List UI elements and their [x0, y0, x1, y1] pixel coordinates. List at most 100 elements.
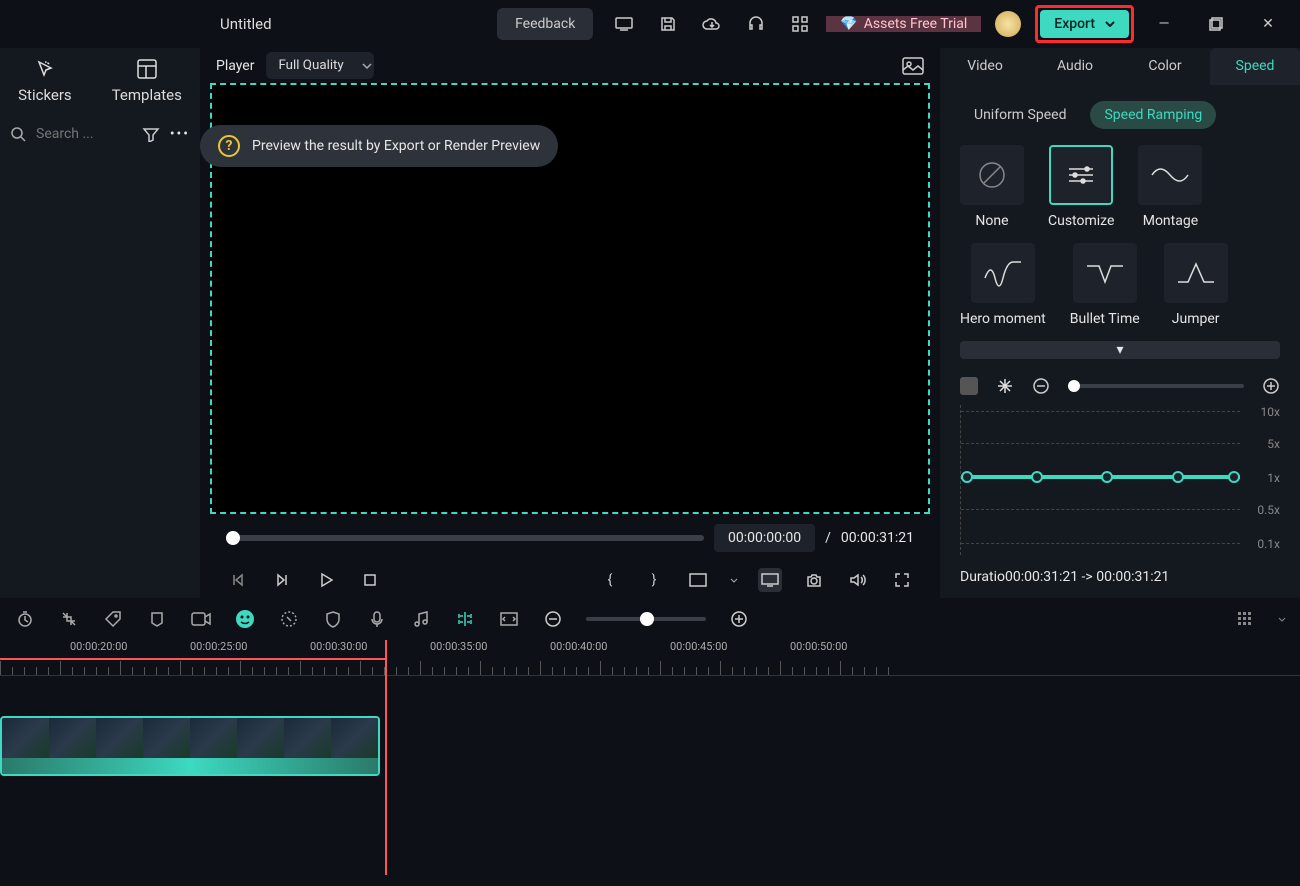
speed-graph[interactable]: 10x 5x 1x 0.5x 0.1x — [960, 405, 1280, 555]
mark-out-button[interactable]: } — [642, 568, 666, 592]
timeline-ruler[interactable]: 00:00:20:00 00:00:25:00 00:00:30:00 00:0… — [0, 640, 1300, 676]
lock-icon[interactable] — [960, 377, 978, 395]
mic-icon[interactable] — [366, 608, 388, 630]
effects-icon[interactable] — [278, 608, 300, 630]
preset-jumper[interactable]: Jumper — [1164, 243, 1228, 327]
assets-trial-label: Assets Free Trial — [864, 16, 968, 32]
record-icon[interactable] — [190, 608, 212, 630]
tab-speed[interactable]: Speed — [1210, 48, 1300, 85]
search-input[interactable] — [36, 126, 116, 142]
minimize-button[interactable]: — — [1142, 8, 1186, 40]
filter-icon[interactable] — [142, 126, 160, 142]
help-icon: ? — [218, 135, 240, 157]
preset-customize[interactable]: Customize — [1048, 145, 1114, 229]
fit-icon[interactable] — [498, 608, 520, 630]
music-icon[interactable] — [410, 608, 432, 630]
close-button[interactable]: ✕ — [1246, 8, 1290, 40]
fullscreen-button[interactable] — [890, 568, 914, 592]
prev-frame-button[interactable] — [226, 568, 250, 592]
preset-montage[interactable]: Montage — [1138, 145, 1202, 229]
preset-bullet[interactable]: Bullet Time — [1070, 243, 1140, 327]
export-label: Export — [1054, 16, 1095, 32]
snapshot-icon[interactable] — [902, 57, 924, 75]
freeze-icon[interactable] — [996, 377, 1014, 395]
tab-color[interactable]: Color — [1120, 48, 1210, 85]
player-panel: Player Full Quality ? Preview the result… — [200, 48, 940, 598]
display-button[interactable] — [758, 568, 782, 592]
left-sidebar: Stickers Templates ••• — [0, 48, 200, 598]
volume-button[interactable] — [846, 568, 870, 592]
tab-audio[interactable]: Audio — [1030, 48, 1120, 85]
export-highlight: Export — [1035, 5, 1134, 43]
zoom-slider[interactable] — [586, 617, 706, 621]
assets-trial-button[interactable]: 💎 Assets Free Trial — [826, 16, 981, 32]
maximize-button[interactable] — [1194, 8, 1238, 40]
crop-icon[interactable] — [58, 608, 80, 630]
device-icon[interactable] — [606, 8, 642, 40]
cursor-icon — [33, 58, 57, 80]
more-icon[interactable]: ••• — [170, 126, 190, 142]
next-frame-button[interactable] — [270, 568, 294, 592]
profile-icon[interactable] — [995, 11, 1021, 37]
audio-waveform — [2, 758, 378, 776]
subtab-ramping[interactable]: Speed Ramping — [1090, 101, 1216, 129]
bullet-icon — [1085, 258, 1125, 288]
templates-tab[interactable]: Templates — [112, 58, 182, 104]
timeline-panel: 00:00:20:00 00:00:25:00 00:00:30:00 00:0… — [0, 598, 1300, 878]
grid-icon[interactable] — [1234, 608, 1256, 630]
stickers-label: Stickers — [18, 86, 72, 104]
preset-none[interactable]: None — [960, 145, 1024, 229]
apps-icon[interactable] — [782, 8, 818, 40]
zoom-out-icon[interactable] — [542, 608, 564, 630]
video-clip[interactable]: d Ramping — [0, 716, 380, 776]
preview-hint: ? Preview the result by Export or Render… — [200, 125, 558, 167]
clip-label: d Ramping — [6, 716, 74, 717]
preset-hero[interactable]: Hero moment — [960, 243, 1046, 327]
title-bar: Untitled Feedback 💎 Assets Free Trial Ex… — [0, 0, 1300, 48]
preview-viewport[interactable]: ? Preview the result by Export or Render… — [210, 83, 930, 514]
minus-icon[interactable] — [1032, 377, 1050, 395]
templates-label: Templates — [112, 86, 182, 104]
marker-icon[interactable] — [146, 608, 168, 630]
feedback-button[interactable]: Feedback — [497, 8, 593, 40]
timer-icon[interactable] — [14, 608, 36, 630]
play-button[interactable] — [314, 568, 338, 592]
duration-value: 00:00:31:21 -> 00:00:31:21 — [1005, 569, 1169, 585]
tag-icon[interactable] — [102, 608, 124, 630]
search-icon — [10, 126, 26, 142]
current-time: 00:00:00:00 — [714, 524, 815, 552]
hero-icon — [983, 258, 1023, 288]
sliders-icon — [1065, 163, 1097, 187]
subtab-uniform[interactable]: Uniform Speed — [960, 101, 1080, 129]
face-icon[interactable] — [234, 608, 256, 630]
scrub-bar[interactable] — [226, 535, 704, 541]
document-title: Untitled — [220, 15, 272, 33]
jumper-icon — [1176, 258, 1216, 288]
zoom-in-icon[interactable] — [728, 608, 750, 630]
chevron-down-icon[interactable] — [1278, 617, 1286, 622]
diamond-icon: 💎 — [840, 16, 857, 32]
expand-presets[interactable]: ▾ — [960, 341, 1280, 359]
time-sep: / — [825, 530, 831, 546]
save-icon[interactable] — [650, 8, 686, 40]
chevron-down-icon[interactable] — [730, 578, 738, 583]
quality-select[interactable]: Full Quality — [266, 52, 374, 79]
cloud-icon[interactable] — [694, 8, 730, 40]
mark-in-button[interactable]: { — [598, 568, 622, 592]
total-time: 00:00:31:21 — [841, 530, 914, 546]
plus-icon[interactable] — [1262, 377, 1280, 395]
camera-button[interactable] — [802, 568, 826, 592]
tab-video[interactable]: Video — [940, 48, 1030, 85]
templates-icon — [136, 58, 158, 80]
speed-slider[interactable] — [1068, 384, 1244, 388]
track-area[interactable]: d Ramping — [0, 676, 1300, 796]
headset-icon[interactable] — [738, 8, 774, 40]
export-button[interactable]: Export — [1040, 10, 1129, 38]
stop-button[interactable] — [358, 568, 382, 592]
shield-icon[interactable] — [322, 608, 344, 630]
stickers-tab[interactable]: Stickers — [18, 58, 72, 104]
ratio-button[interactable] — [686, 568, 710, 592]
chevron-down-icon — [1105, 21, 1115, 27]
properties-panel: Video Audio Color Speed Uniform Speed Sp… — [940, 48, 1300, 598]
split-icon[interactable] — [454, 608, 476, 630]
